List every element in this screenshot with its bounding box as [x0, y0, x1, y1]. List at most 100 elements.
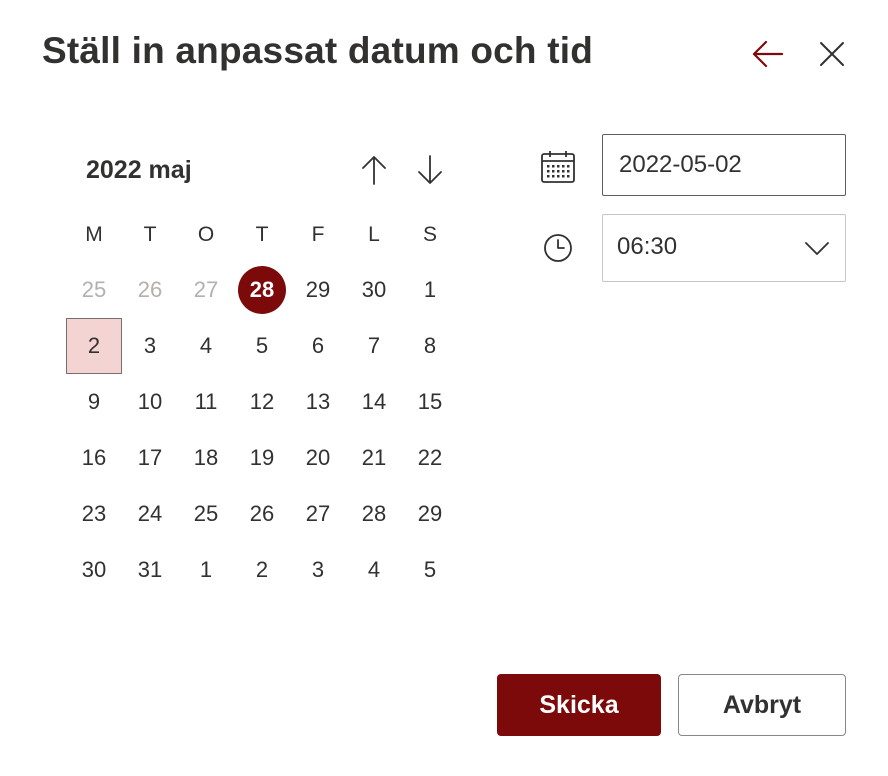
- calendar-day-label: 4: [199, 333, 213, 358]
- calendar-day-label: 29: [417, 501, 443, 526]
- calendar-day-label: 10: [137, 389, 163, 414]
- weekday-label: O: [197, 223, 215, 246]
- calendar-day[interactable]: 10: [122, 374, 178, 430]
- calendar-day[interactable]: 15: [402, 374, 458, 430]
- calendar-day-label: 22: [417, 445, 443, 470]
- calendar-day[interactable]: 27: [290, 486, 346, 542]
- calendar-day[interactable]: 26: [234, 486, 290, 542]
- calendar-day-label: 23: [81, 501, 107, 526]
- calendar-day[interactable]: 2: [234, 542, 290, 598]
- calendar-day[interactable]: 29: [290, 262, 346, 318]
- calendar-day[interactable]: 3: [122, 318, 178, 374]
- calendar-day-label: 3: [311, 557, 325, 582]
- calendar-day-label: 27: [305, 501, 331, 526]
- calendar-day-label: 9: [87, 389, 101, 414]
- calendar-day-label: 25: [81, 277, 107, 302]
- weekday-label: M: [85, 223, 103, 246]
- calendar-day[interactable]: 13: [290, 374, 346, 430]
- calendar-day[interactable]: 4: [346, 542, 402, 598]
- weekday-label: L: [368, 223, 380, 246]
- calendar-day[interactable]: 5: [234, 318, 290, 374]
- weekday-header: MTOTFLS: [66, 220, 458, 250]
- calendar-day-label: 30: [361, 277, 387, 302]
- calendar-day[interactable]: 16: [66, 430, 122, 486]
- calendar-day-label: 29: [305, 277, 331, 302]
- arrow-up-icon: [362, 156, 386, 185]
- calendar-day-label: 1: [199, 557, 213, 582]
- calendar-day[interactable]: 28: [346, 486, 402, 542]
- weekday-label: T: [143, 223, 157, 246]
- calendar-day-label: 2: [255, 557, 269, 582]
- day-grid: 25 26 27 28 29 30 1 2 3 4 5 6 7 8 9 10 11 12 13 14 15 16 17 18 1…: [66, 262, 458, 598]
- weekday-label: S: [422, 223, 437, 246]
- calendar-day[interactable]: 8: [402, 318, 458, 374]
- calendar-day-label: 20: [305, 445, 331, 470]
- calendar-day[interactable]: 27: [178, 262, 234, 318]
- calendar-day[interactable]: 30: [66, 542, 122, 598]
- calendar-day-label: 3: [143, 333, 157, 358]
- calendar-day-label: 19: [249, 445, 275, 470]
- calendar-day[interactable]: 5: [402, 542, 458, 598]
- calendar-day[interactable]: 26: [122, 262, 178, 318]
- calendar-day[interactable]: 12: [234, 374, 290, 430]
- calendar-day-label: 28: [361, 501, 387, 526]
- back-button[interactable]: [748, 34, 788, 74]
- calendar-day[interactable]: 30: [346, 262, 402, 318]
- calendar-day[interactable]: 29: [402, 486, 458, 542]
- close-button[interactable]: [812, 34, 852, 74]
- calendar-day-label: 30: [81, 557, 107, 582]
- calendar-day[interactable]: 1: [178, 542, 234, 598]
- calendar-day[interactable]: 18: [178, 430, 234, 486]
- calendar-day-label: 17: [137, 445, 163, 470]
- date-input[interactable]: [602, 134, 846, 196]
- calendar-day[interactable]: 7: [346, 318, 402, 374]
- clock-icon: [544, 234, 572, 262]
- calendar-day-label: 27: [193, 277, 219, 302]
- calendar-day[interactable]: 17: [122, 430, 178, 486]
- calendar-day-selected[interactable]: 2: [66, 318, 122, 374]
- calendar-day-label: 1: [423, 277, 437, 302]
- calendar-day[interactable]: 14: [346, 374, 402, 430]
- calendar-day-label: 11: [194, 389, 218, 414]
- calendar-day[interactable]: 22: [402, 430, 458, 486]
- calendar-day[interactable]: 6: [290, 318, 346, 374]
- cancel-button[interactable]: Avbryt: [678, 674, 846, 736]
- calendar-day-today[interactable]: 28: [234, 262, 290, 318]
- calendar-day-label: 6: [311, 333, 325, 358]
- calendar-day-label: 25: [193, 501, 219, 526]
- calendar-day[interactable]: 11: [178, 374, 234, 430]
- calendar-day-label: 26: [137, 277, 163, 302]
- weekday-label: F: [311, 223, 325, 246]
- calendar-day[interactable]: 3: [290, 542, 346, 598]
- submit-button[interactable]: Skicka: [497, 674, 661, 736]
- calendar-day-label: 5: [423, 557, 437, 582]
- calendar-day[interactable]: 4: [178, 318, 234, 374]
- arrow-left-icon: [752, 40, 784, 68]
- calendar-day-label: 13: [305, 389, 331, 414]
- calendar-day[interactable]: 24: [122, 486, 178, 542]
- chevron-down-icon: [805, 242, 829, 255]
- calendar-day-label: 12: [249, 389, 275, 414]
- next-month-button[interactable]: [414, 152, 446, 188]
- calendar-day-label: 14: [361, 389, 387, 414]
- dialog-title: Ställ in anpassat datum och tid: [42, 30, 594, 71]
- calendar-day-label: 2: [87, 333, 101, 358]
- calendar-day[interactable]: 23: [66, 486, 122, 542]
- close-icon: [820, 42, 844, 66]
- calendar-day[interactable]: 19: [234, 430, 290, 486]
- calendar-icon: [541, 151, 575, 183]
- calendar-day[interactable]: 1: [402, 262, 458, 318]
- calendar-day-label: 18: [193, 445, 219, 470]
- previous-month-button[interactable]: [358, 152, 390, 188]
- calendar-day-label: 7: [367, 333, 381, 358]
- calendar-day[interactable]: 25: [66, 262, 122, 318]
- time-dropdown[interactable]: 06:30: [602, 214, 846, 282]
- calendar-day[interactable]: 25: [178, 486, 234, 542]
- calendar-day[interactable]: 9: [66, 374, 122, 430]
- calendar-day[interactable]: 31: [122, 542, 178, 598]
- calendar-day-label: 4: [367, 557, 381, 582]
- calendar-day[interactable]: 21: [346, 430, 402, 486]
- arrow-down-icon: [418, 155, 442, 184]
- calendar-day[interactable]: 20: [290, 430, 346, 486]
- calendar-day-label: 8: [423, 333, 437, 358]
